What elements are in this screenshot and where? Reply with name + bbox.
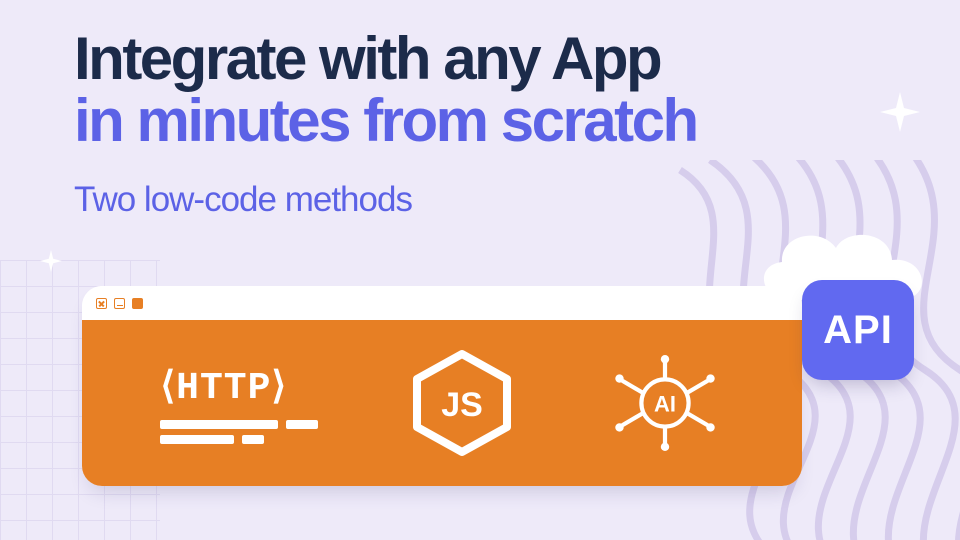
subtitle: Two low-code methods: [74, 180, 920, 220]
methods-card: ⟨HTTP⟩ JS AI: [82, 286, 802, 486]
window-maximize-icon: [132, 298, 143, 309]
http-label: HTTP: [176, 367, 271, 410]
api-badge: API: [802, 280, 914, 380]
api-badge-label: API: [823, 308, 893, 353]
http-lines-icon: [160, 420, 318, 444]
js-label: JS: [441, 386, 483, 424]
title-line-2: in minutes from scratch: [74, 87, 697, 154]
window-minimize-icon: [114, 298, 125, 309]
nodejs-icon: JS: [407, 348, 517, 458]
title-line-1: Integrate with any App: [74, 25, 660, 92]
ai-label: AI: [654, 391, 676, 416]
headline-block: Integrate with any App in minutes from s…: [74, 28, 920, 220]
card-body: ⟨HTTP⟩ JS AI: [82, 320, 802, 486]
window-close-icon: [96, 298, 107, 309]
http-icon: ⟨HTTP⟩: [160, 363, 318, 444]
page-title: Integrate with any App in minutes from s…: [74, 28, 920, 152]
sparkle-icon: [40, 250, 62, 272]
window-chrome: [82, 286, 802, 320]
ai-icon: AI: [606, 351, 724, 455]
